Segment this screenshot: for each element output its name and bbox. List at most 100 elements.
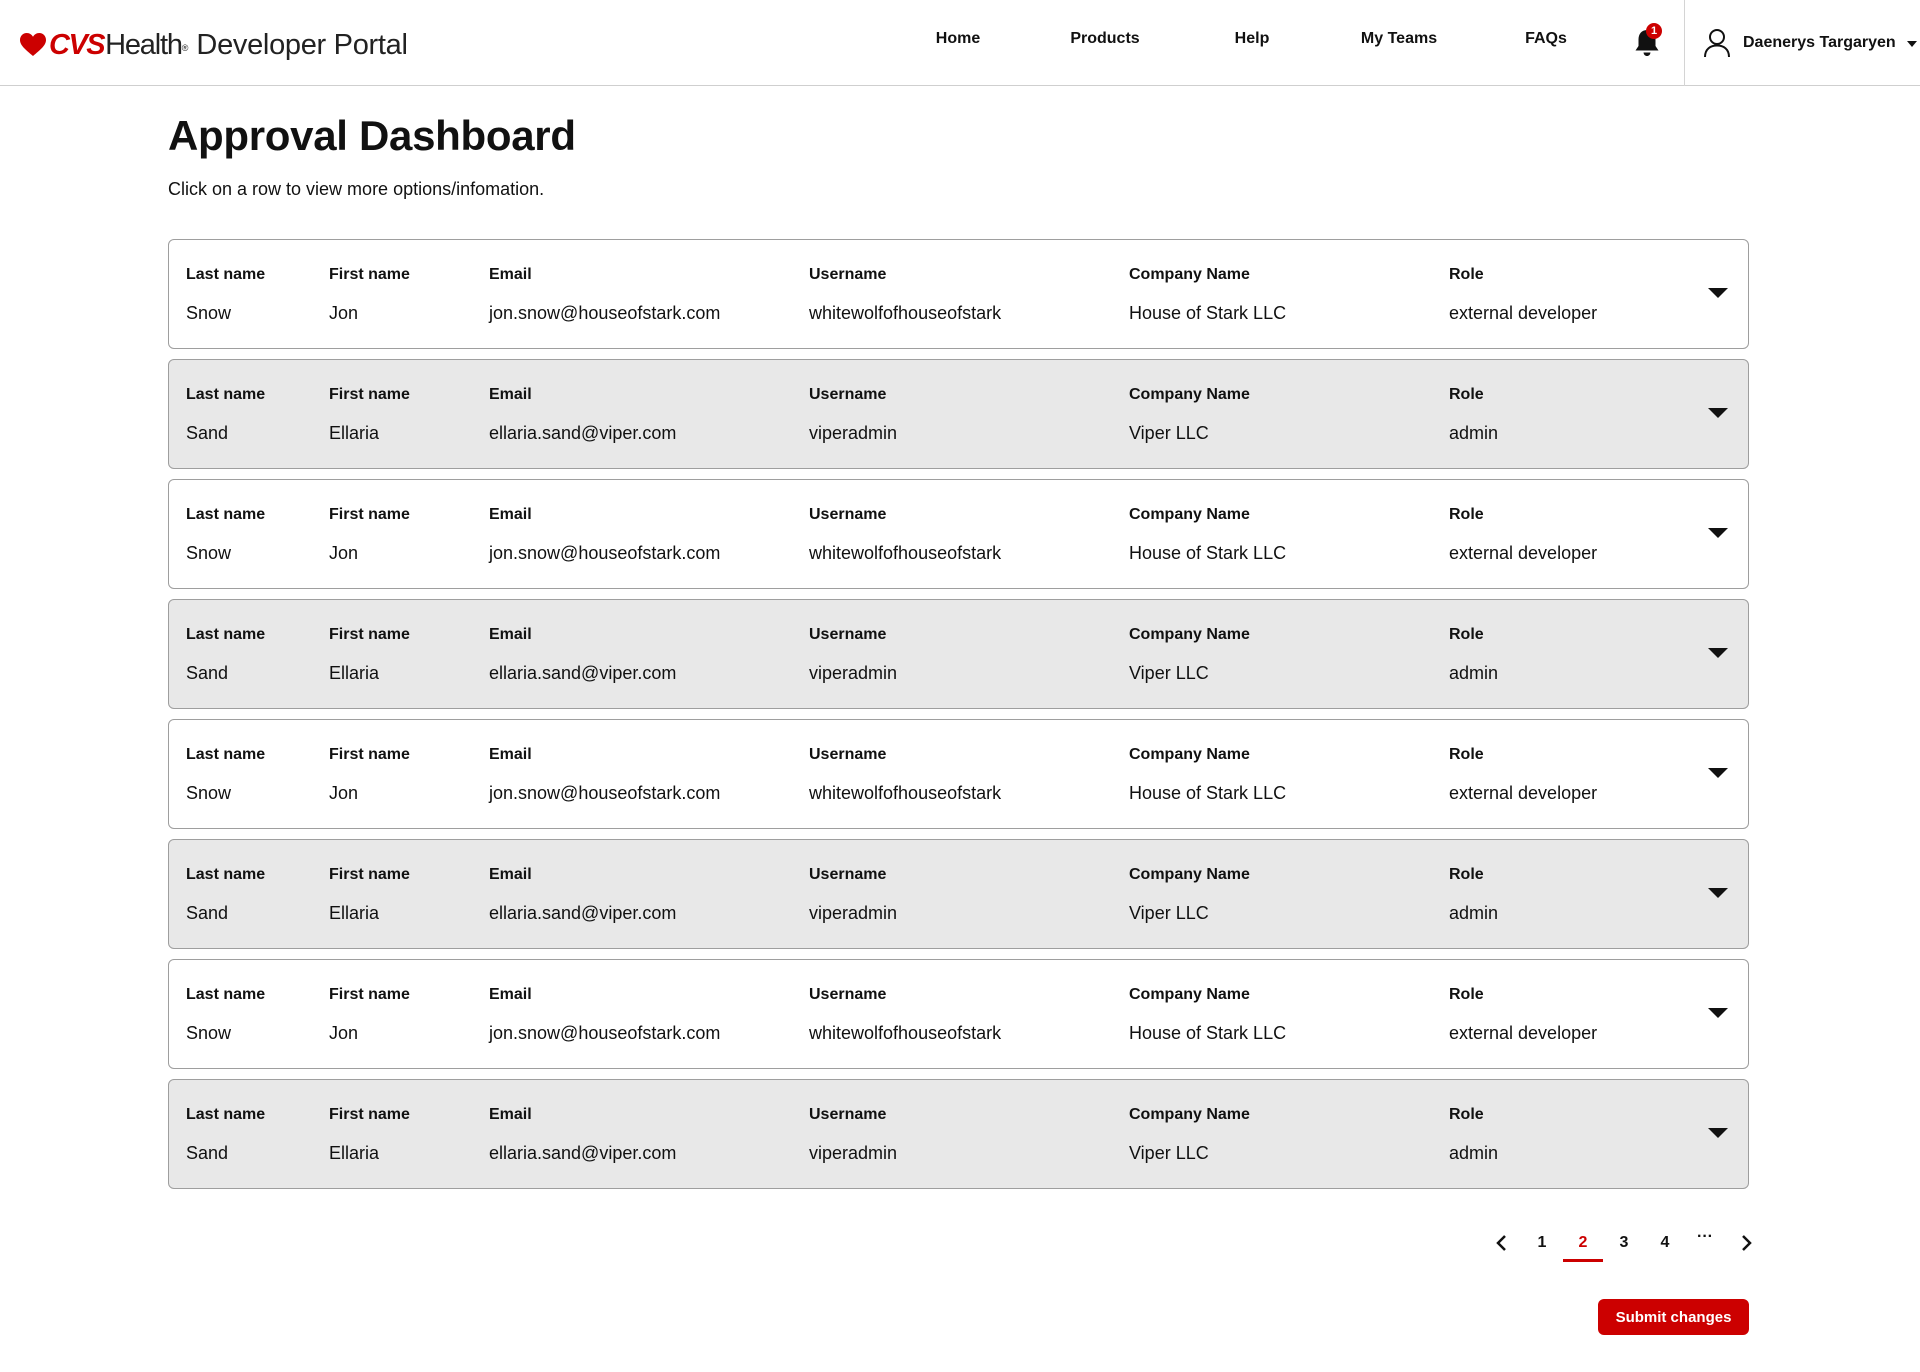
label-company: Company Name [1129, 986, 1250, 1003]
label-username: Username [809, 626, 887, 643]
label-username: Username [809, 506, 887, 523]
chevron-left-icon[interactable] [1491, 1232, 1513, 1254]
label-email: Email [489, 626, 532, 643]
heart-logo-icon [20, 33, 46, 56]
nav-products[interactable]: Products [1070, 30, 1139, 48]
expand-row-icon[interactable] [1708, 888, 1728, 898]
value-first-name: Ellaria [329, 1143, 380, 1163]
value-username: whitewolfofhouseofstark [809, 303, 1002, 323]
page-2-link[interactable]: 2 [1563, 1234, 1603, 1252]
logo-brand-suffix: Health [105, 28, 183, 61]
expand-row-icon[interactable] [1708, 528, 1728, 538]
value-first-name: Jon [329, 543, 359, 563]
label-first-name: First name [329, 986, 410, 1003]
value-company: Viper LLC [1129, 423, 1209, 443]
nav-my-teams[interactable]: My Teams [1361, 30, 1437, 48]
value-role: external developer [1449, 1023, 1598, 1043]
page-subtitle: Click on a row to view more options/info… [168, 179, 545, 199]
label-company: Company Name [1129, 746, 1250, 763]
value-role: admin [1449, 1143, 1499, 1163]
value-last-name: Sand [186, 903, 229, 923]
expand-row-icon[interactable] [1708, 288, 1728, 298]
label-email: Email [489, 1106, 532, 1123]
nav-home[interactable]: Home [936, 30, 980, 48]
page-1-link[interactable]: 1 [1522, 1234, 1562, 1252]
label-company: Company Name [1129, 626, 1250, 643]
label-last-name: Last name [186, 266, 266, 283]
value-email: ellaria.sand@viper.com [489, 1143, 677, 1163]
approval-row[interactable]: Last name Sand First name Ellaria Email ell… [168, 1079, 1749, 1189]
label-role: Role [1449, 506, 1484, 523]
value-last-name: Snow [186, 1023, 232, 1043]
label-role: Role [1449, 746, 1484, 763]
user-menu[interactable]: Daenerys Targaryen [1703, 28, 1917, 58]
label-username: Username [809, 746, 887, 763]
value-role: admin [1449, 903, 1499, 923]
nav-help[interactable]: Help [1235, 30, 1270, 48]
label-email: Email [489, 266, 532, 283]
label-first-name: First name [329, 386, 410, 403]
value-username: whitewolfofhouseofstark [809, 1023, 1002, 1043]
value-company: House of Stark LLC [1129, 783, 1287, 803]
value-role: admin [1449, 423, 1499, 443]
approval-row[interactable]: Last name Snow First name Jon Email jon.sno… [168, 959, 1749, 1069]
approval-row[interactable]: Last name Sand First name Ellaria Email ell… [168, 599, 1749, 709]
logo-product-name: Developer Portal [196, 28, 408, 61]
label-first-name: First name [329, 626, 410, 643]
label-company: Company Name [1129, 266, 1250, 283]
label-email: Email [489, 866, 532, 883]
page-ellipsis: ··· [1697, 1228, 1713, 1245]
label-email: Email [489, 746, 532, 763]
value-email: jon.snow@houseofstark.com [489, 1023, 721, 1043]
label-email: Email [489, 986, 532, 1003]
label-last-name: Last name [186, 506, 266, 523]
pagination: 1 2 3 4 ··· [0, 1228, 1920, 1264]
value-company: House of Stark LLC [1129, 543, 1287, 563]
value-company: House of Stark LLC [1129, 1023, 1287, 1043]
user-icon [1704, 29, 1730, 58]
approval-row[interactable]: Last name Snow First name Jon Email jon.sno… [168, 479, 1749, 589]
label-email: Email [489, 506, 532, 523]
chevron-right-icon[interactable] [1735, 1232, 1757, 1254]
nav-faqs[interactable]: FAQs [1525, 30, 1567, 48]
value-company: Viper LLC [1129, 903, 1209, 923]
value-first-name: Jon [329, 303, 359, 323]
value-last-name: Sand [186, 423, 229, 443]
expand-row-icon[interactable] [1708, 648, 1728, 658]
expand-row-icon[interactable] [1708, 1128, 1728, 1138]
label-first-name: First name [329, 866, 410, 883]
value-email: ellaria.sand@viper.com [489, 663, 677, 683]
label-role: Role [1449, 986, 1484, 1003]
label-role: Role [1449, 1106, 1484, 1123]
value-first-name: Ellaria [329, 903, 380, 923]
page-3-link[interactable]: 3 [1604, 1234, 1644, 1252]
header-divider [1684, 0, 1685, 86]
page-title: Approval Dashboard [168, 112, 576, 159]
label-role: Role [1449, 626, 1484, 643]
label-email: Email [489, 386, 532, 403]
expand-row-icon[interactable] [1708, 1008, 1728, 1018]
expand-row-icon[interactable] [1708, 768, 1728, 778]
approval-list: Last name Snow First name Jon Email jon.sno… [168, 239, 1749, 1199]
value-first-name: Jon [329, 783, 359, 803]
label-role: Role [1449, 866, 1484, 883]
approval-row[interactable]: Last name Snow First name Jon Email jon.sno… [168, 719, 1749, 829]
page-4-link[interactable]: 4 [1645, 1234, 1685, 1252]
value-first-name: Ellaria [329, 663, 380, 683]
value-email: ellaria.sand@viper.com [489, 903, 677, 923]
value-first-name: Ellaria [329, 423, 380, 443]
approval-row[interactable]: Last name Sand First name Ellaria Email ell… [168, 839, 1749, 949]
submit-changes-button[interactable]: Submit changes [1598, 1299, 1749, 1335]
label-company: Company Name [1129, 506, 1250, 523]
value-username: viperadmin [809, 1143, 898, 1163]
value-last-name: Sand [186, 1143, 229, 1163]
cvs-health-logo[interactable]: CVS Health ® Developer Portal [20, 27, 408, 63]
approval-row[interactable]: Last name Sand First name Ellaria Email ell… [168, 359, 1749, 469]
notification-count-badge: 1 [1646, 23, 1662, 39]
label-last-name: Last name [186, 626, 266, 643]
approval-row[interactable]: Last name Snow First name Jon Email jon.sno… [168, 239, 1749, 349]
label-role: Role [1449, 266, 1484, 283]
expand-row-icon[interactable] [1708, 408, 1728, 418]
value-email: jon.snow@houseofstark.com [489, 303, 721, 323]
value-role: external developer [1449, 783, 1598, 803]
